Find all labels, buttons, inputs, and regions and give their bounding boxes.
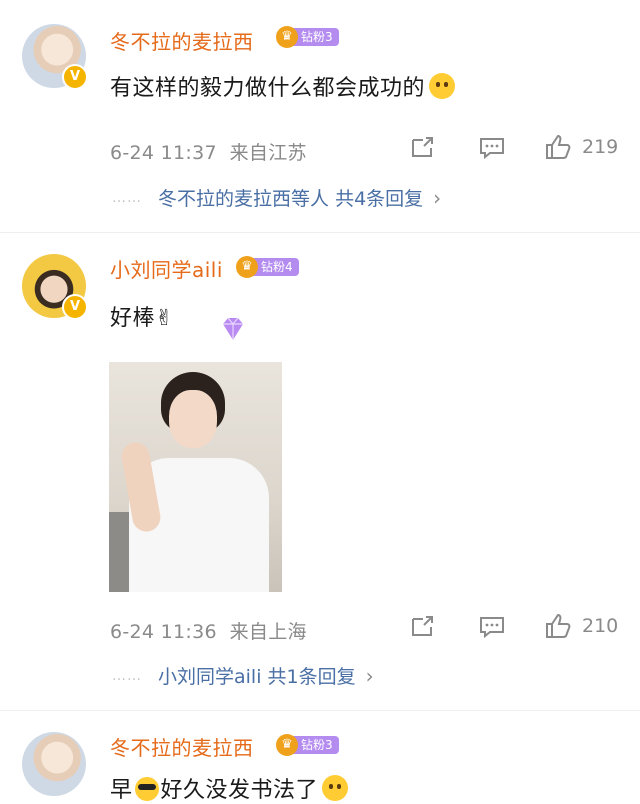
like-button[interactable]: 210 [544, 613, 618, 639]
verified-badge-icon: V [62, 294, 88, 320]
comment-icon [480, 617, 504, 639]
fan-badge: ♛ 钻粉3 [276, 26, 339, 48]
comment-text: 好棒✌ [110, 306, 174, 331]
share-icon [412, 137, 433, 157]
replies-link[interactable]: …… 冬不拉的麦拉西等人 共4条回复 › [112, 184, 441, 211]
username[interactable]: 小刘同学aili [110, 254, 223, 283]
sunglasses-emoji-icon [134, 777, 159, 801]
like-button[interactable]: 219 [544, 134, 618, 160]
verified-badge-icon: V [62, 64, 88, 90]
crown-icon: ♛ [276, 734, 298, 756]
share-icon [412, 616, 433, 636]
comment-photo[interactable] [109, 362, 282, 592]
replies-link[interactable]: …… 小刘同学aili 共1条回复 › [112, 662, 374, 689]
avatar[interactable]: V [22, 254, 88, 320]
divider [0, 232, 640, 233]
comment-text: 早好久没发书法了 [110, 772, 349, 804]
comment-meta: 6-24 11:37 来自江苏 [110, 142, 307, 164]
crown-icon: ♛ [236, 256, 258, 278]
face-emoji-icon [322, 775, 349, 801]
chevron-right-icon: › [433, 185, 442, 210]
divider [0, 710, 640, 711]
comment-text: 有这样的毅力做什么都会成功的 [110, 70, 456, 102]
hug-emoji-icon [429, 73, 456, 99]
comment-meta: 6-24 11:36 来自上海 [110, 621, 307, 643]
username[interactable]: 冬不拉的麦拉西 [110, 732, 254, 761]
gem-sticker-icon [218, 316, 248, 342]
share-button[interactable] [410, 136, 436, 160]
avatar[interactable]: V [22, 24, 88, 90]
thumbs-up-icon [546, 613, 571, 638]
share-button[interactable] [410, 615, 436, 639]
comment-button[interactable] [478, 136, 506, 160]
fan-badge: ♛ 钻粉3 [276, 734, 339, 756]
fan-badge: ♛ 钻粉4 [236, 256, 299, 278]
username[interactable]: 冬不拉的麦拉西 [110, 26, 254, 55]
like-count: 210 [582, 615, 619, 637]
like-count: 219 [582, 136, 619, 158]
thumbs-up-icon [546, 134, 571, 159]
avatar[interactable] [22, 732, 86, 796]
comment-icon [480, 138, 504, 160]
crown-icon: ♛ [276, 26, 298, 48]
chevron-right-icon: › [365, 663, 374, 688]
comment-button[interactable] [478, 615, 506, 639]
